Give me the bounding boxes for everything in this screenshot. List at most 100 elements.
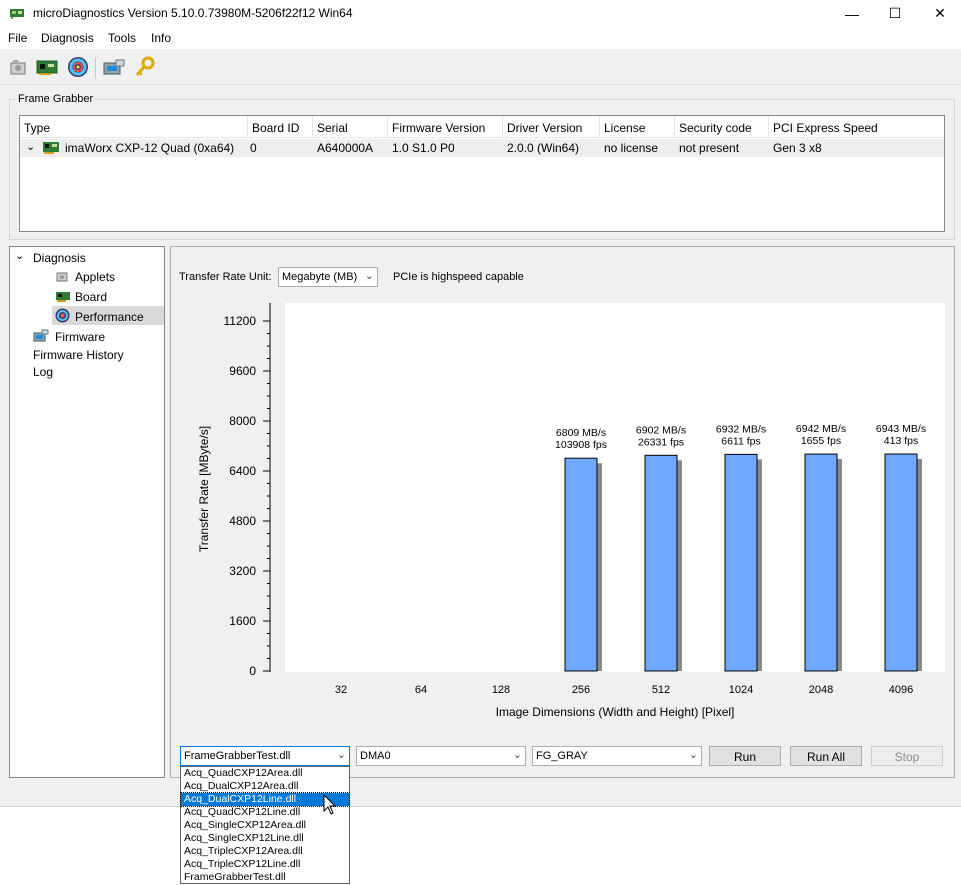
mouse-cursor-icon — [323, 794, 337, 815]
cell-serial: A640000A — [317, 141, 374, 155]
x-tick-label: 1024 — [729, 684, 753, 696]
table-row[interactable]: ⌄ imaWorx CXP-12 Quad (0xa64) 0 A640000A… — [20, 139, 944, 157]
bar — [564, 457, 598, 672]
board-icon — [43, 142, 59, 154]
column-header-firmware-version[interactable]: Firmware Version — [388, 116, 503, 138]
y-tick-label: 0 — [249, 664, 256, 678]
close-button[interactable]: ✕ — [917, 0, 961, 27]
window-bottom-edge — [0, 806, 961, 807]
menu-file[interactable]: File — [8, 31, 27, 45]
dropdown-option[interactable]: Acq_DualCXP12Area.dll — [181, 780, 349, 793]
chevron-down-icon: ⌄ — [364, 270, 374, 282]
transfer-rate-unit-label: Transfer Rate Unit: — [179, 271, 272, 283]
main-window: microDiagnostics Version 5.10.0.73980M-5… — [0, 0, 961, 806]
performance-icon — [55, 308, 70, 323]
dma-combo-value: DMA0 — [360, 750, 391, 762]
column-header-security-code[interactable]: Security code — [675, 116, 769, 138]
tree-item-applets[interactable]: Applets — [75, 270, 115, 284]
y-tick-label: 6400 — [229, 464, 256, 478]
menu-tools[interactable]: Tools — [108, 31, 136, 45]
transfer-rate-unit-combo[interactable]: Megabyte (MB) ⌄ — [278, 267, 378, 287]
applet-icon — [56, 272, 68, 282]
bar — [884, 453, 918, 672]
bar — [804, 453, 838, 672]
menu-diagnosis[interactable]: Diagnosis — [41, 31, 94, 45]
column-header-license[interactable]: License — [600, 116, 675, 138]
applet-combo-value: FrameGrabberTest.dll — [184, 750, 291, 762]
stop-button: Stop — [871, 746, 943, 766]
plot-area — [285, 303, 945, 672]
board-toolbar-button[interactable] — [34, 54, 60, 80]
bar-rate-label: 6809 MB/s — [556, 427, 606, 439]
bar-rate-label: 6943 MB/s — [876, 423, 926, 435]
column-header-pcie-speed[interactable]: PCI Express Speed — [769, 116, 944, 138]
dropdown-option[interactable]: Acq_QuadCXP12Area.dll — [181, 767, 349, 780]
firmware-toolbar-button[interactable] — [101, 54, 127, 80]
applet-dropdown-list[interactable]: Acq_QuadCXP12Area.dll Acq_DualCXP12Area.… — [180, 766, 350, 884]
bar-fps-label: 26331 fps — [638, 436, 684, 448]
y-axis-label: Transfer Rate [MByte/s] — [197, 426, 211, 552]
applet-combo[interactable]: FrameGrabberTest.dll ⌄ — [180, 746, 350, 766]
transfer-rate-unit-value: Megabyte (MB) — [282, 271, 358, 283]
license-key-icon — [135, 56, 155, 76]
dma-combo[interactable]: DMA0 ⌄ — [356, 746, 526, 766]
maximize-icon: ☐ — [888, 5, 902, 21]
chevron-down-icon: ⌄ — [688, 749, 698, 761]
column-header-type[interactable]: Type — [20, 116, 248, 138]
menu-bar: File Diagnosis Tools Info — [0, 27, 961, 49]
run-button[interactable]: Run — [709, 746, 781, 766]
license-toolbar-button[interactable] — [132, 54, 158, 80]
cell-type: imaWorx CXP-12 Quad (0xa64) — [65, 141, 235, 155]
bar-rate-label: 6902 MB/s — [636, 424, 686, 436]
dropdown-option[interactable]: FrameGrabberTest.dll — [181, 871, 349, 884]
tree-item-board[interactable]: Board — [75, 290, 107, 304]
bar — [724, 453, 758, 672]
x-tick-label: 32 — [335, 684, 347, 696]
x-tick-label: 256 — [572, 684, 590, 696]
window-title: microDiagnostics Version 5.10.0.73980M-5… — [33, 6, 353, 20]
pcie-status-text: PCIe is highspeed capable — [393, 271, 524, 283]
tree-expand-chevron-icon[interactable]: ⌄ — [15, 249, 24, 262]
run-all-button[interactable]: Run All — [790, 746, 862, 766]
tree-item-diagnosis[interactable]: Diagnosis — [33, 251, 86, 265]
dropdown-option[interactable]: Acq_SingleCXP12Line.dll — [181, 832, 349, 845]
format-combo[interactable]: FG_GRAY ⌄ — [532, 746, 702, 766]
column-header-board-id[interactable]: Board ID — [248, 116, 313, 138]
expand-chevron-icon[interactable]: ⌄ — [26, 140, 35, 153]
x-tick-label: 128 — [492, 684, 510, 696]
toolbar — [0, 49, 961, 85]
bar-rate-label: 6942 MB/s — [796, 423, 846, 435]
column-header-driver-version[interactable]: Driver Version — [503, 116, 600, 138]
maximize-button[interactable]: ☐ — [872, 0, 918, 27]
minimize-icon: — — [845, 5, 859, 22]
column-header-serial[interactable]: Serial — [313, 116, 388, 138]
cell-firmware: 1.0 S1.0 P0 — [392, 141, 455, 155]
format-combo-value: FG_GRAY — [536, 750, 588, 762]
toolbar-separator — [95, 57, 96, 79]
y-tick-label: 8000 — [229, 414, 256, 428]
x-tick-label: 4096 — [889, 684, 913, 696]
bar-fps-label: 1655 fps — [801, 435, 841, 447]
chevron-down-icon: ⌄ — [336, 749, 346, 761]
tree-item-log[interactable]: Log — [33, 365, 53, 379]
dropdown-option[interactable]: Acq_SingleCXP12Area.dll — [181, 819, 349, 832]
board-icon — [56, 292, 70, 302]
applet-toolbar-button[interactable] — [5, 54, 31, 80]
x-tick-label: 512 — [652, 684, 670, 696]
cell-security: not present — [679, 141, 740, 155]
tree-item-performance[interactable]: Performance — [75, 310, 144, 324]
tree-item-firmware[interactable]: Firmware — [55, 330, 105, 344]
x-axis-label: Image Dimensions (Width and Height) [Pix… — [496, 705, 735, 719]
dropdown-option[interactable]: Acq_TripleCXP12Area.dll — [181, 845, 349, 858]
cell-board-id: 0 — [250, 141, 257, 155]
dropdown-option[interactable]: Acq_TripleCXP12Line.dll — [181, 858, 349, 871]
y-tick-label: 11200 — [224, 314, 257, 328]
performance-toolbar-button[interactable] — [65, 54, 91, 80]
frame-grabber-table[interactable]: Type Board ID Serial Firmware Version Dr… — [19, 115, 945, 232]
x-tick-label: 2048 — [809, 684, 833, 696]
bar — [644, 454, 678, 672]
tree-item-firmware-history[interactable]: Firmware History — [33, 348, 124, 362]
menu-info[interactable]: Info — [151, 31, 171, 45]
bar-fps-label: 103908 fps — [555, 439, 607, 451]
minimize-button[interactable]: — — [829, 0, 875, 27]
